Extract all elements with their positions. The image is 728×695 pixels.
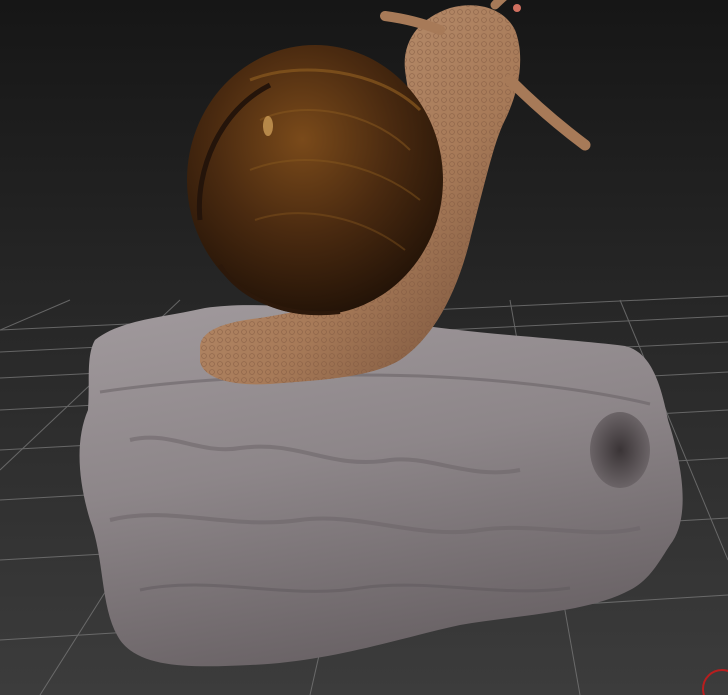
3d-viewport[interactable]	[0, 0, 728, 695]
viewport-canvas[interactable]	[0, 0, 728, 695]
snail-shell	[187, 45, 443, 316]
rock-hole	[590, 412, 650, 488]
